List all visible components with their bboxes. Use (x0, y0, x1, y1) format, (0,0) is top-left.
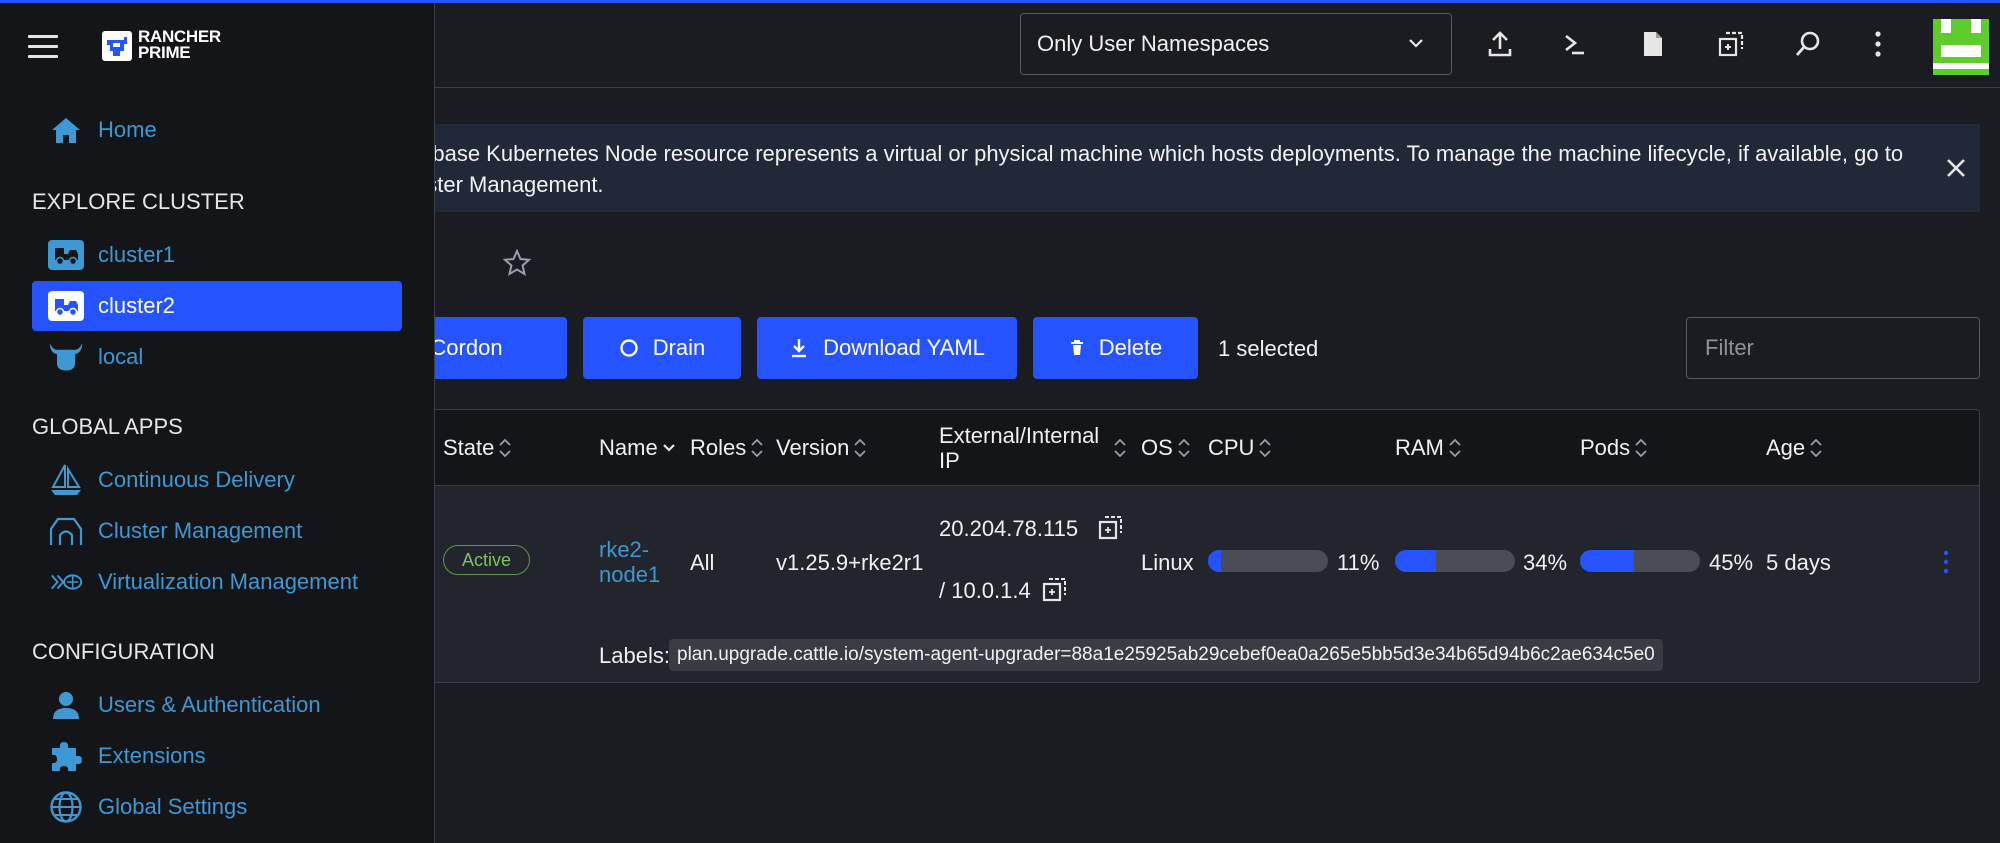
close-icon[interactable] (1942, 154, 1970, 182)
internal-ip-value: / 10.0.1.4 (939, 578, 1031, 603)
sidebar-item-continuous-delivery[interactable]: Continuous Delivery (32, 455, 402, 505)
sidebar-item-cluster1[interactable]: cluster1 (32, 230, 402, 280)
column-header-name[interactable]: Name (599, 410, 676, 486)
sort-desc-icon (662, 444, 675, 452)
cpu-value: 11% (1337, 550, 1380, 575)
external-ip-value: 20.204.78.115 (939, 516, 1079, 541)
section-heading-global-apps: GLOBAL APPS (32, 414, 183, 439)
column-header-roles[interactable]: Roles (690, 410, 764, 486)
cluster-icon (48, 240, 84, 270)
column-header-os[interactable]: OS (1141, 410, 1191, 486)
star-icon[interactable] (502, 248, 532, 278)
section-heading-explore: EXPLORE CLUSTER (32, 189, 245, 214)
sort-icon (854, 438, 867, 458)
copy-config-icon[interactable] (1716, 29, 1746, 59)
terminal-icon[interactable] (1560, 29, 1590, 59)
nodes-table: State Name Roles Version External/Intern… (342, 409, 1980, 683)
os-value: Linux (1141, 550, 1194, 575)
namespace-filter-select[interactable]: Only User Namespaces (1020, 13, 1452, 75)
drain-button[interactable]: Drain (583, 317, 741, 379)
file-icon[interactable] (1638, 29, 1668, 59)
cpu-usage-bar (1208, 550, 1328, 572)
ram-usage-fill (1395, 550, 1436, 572)
download-yaml-button[interactable]: Download YAML (757, 317, 1017, 379)
column-header-version[interactable]: Version (776, 410, 867, 486)
delete-button[interactable]: Delete (1033, 317, 1198, 379)
sort-icon (1114, 438, 1126, 458)
more-vert-icon[interactable] (1863, 29, 1893, 59)
sidebar-item-extensions[interactable]: Extensions (32, 731, 402, 781)
roles-value: All (690, 550, 715, 575)
harvester-icon (48, 565, 84, 599)
sort-icon (1449, 438, 1461, 458)
label-chip: plan.upgrade.cattle.io/system-agent-upgr… (669, 639, 1663, 671)
node-name-link[interactable]: rke2- node1 (599, 537, 660, 587)
rancher-logo-icon (102, 31, 132, 61)
pods-usage-bar (1580, 550, 1700, 572)
sort-icon (1635, 438, 1647, 458)
info-banner: e base Kubernetes Node resource represen… (342, 124, 1980, 212)
rancher-prime-logo: RANCHER PRIME (102, 27, 232, 65)
user-icon (48, 688, 84, 722)
sailboat-icon (48, 463, 84, 497)
pods-value: 45% (1709, 550, 1754, 575)
column-header-ram[interactable]: RAM (1395, 410, 1462, 486)
copy-icon[interactable] (1097, 514, 1125, 542)
puzzle-icon (48, 739, 84, 773)
section-heading-configuration: CONFIGURATION (32, 639, 215, 664)
chevron-down-icon (1409, 39, 1423, 48)
column-header-ip[interactable]: External/Internal IP (939, 410, 1131, 486)
download-yaml-label: Download YAML (823, 335, 985, 360)
longhorn-icon (48, 340, 84, 374)
sort-icon (499, 438, 512, 458)
column-header-age[interactable]: Age (1766, 410, 1823, 486)
status-badge: Active (443, 545, 530, 575)
copy-icon[interactable] (1041, 576, 1069, 604)
cordon-label: Cordon (430, 335, 503, 360)
row-actions-icon[interactable] (1941, 550, 1951, 574)
sidebar-item-cluster2[interactable]: cluster2 (32, 281, 402, 331)
sort-icon (751, 438, 763, 458)
sidebar-item-virtualization-management[interactable]: Virtualization Management (32, 557, 402, 607)
cpu-usage-fill (1208, 550, 1222, 572)
selection-count: 1 selected (1218, 336, 1319, 361)
cluster-icon (48, 291, 84, 321)
column-header-cpu[interactable]: CPU (1208, 410, 1272, 486)
search-icon[interactable] (1793, 29, 1823, 59)
version-value: v1.25.9+rke2r1 (776, 550, 924, 575)
labels-key: Labels: (599, 643, 670, 668)
download-icon (792, 339, 807, 358)
banner-text: e base Kubernetes Node resource represen… (414, 141, 1904, 197)
namespace-filter-value: Only User Namespaces (1037, 31, 1270, 56)
sidebar-item-users-authentication[interactable]: Users & Authentication (32, 680, 402, 730)
hamburger-menu-icon[interactable] (28, 35, 60, 59)
sidebar-item-cluster-management[interactable]: Cluster Management (32, 506, 402, 556)
ram-value: 34% (1523, 550, 1568, 575)
sort-icon (1810, 438, 1822, 458)
upload-icon[interactable] (1485, 29, 1515, 59)
user-avatar[interactable] (1933, 19, 1989, 75)
ram-usage-bar (1395, 550, 1515, 572)
sidebar-item-local[interactable]: local (32, 332, 402, 382)
trash-icon (1070, 340, 1083, 355)
sort-icon (1259, 438, 1272, 458)
home-icon (48, 113, 84, 147)
age-value: 5 days (1766, 550, 1831, 575)
globe-icon (48, 790, 84, 824)
drain-icon (620, 339, 638, 357)
table-header: State Name Roles Version External/Intern… (343, 410, 1979, 486)
sidebar-item-global-settings[interactable]: Global Settings (32, 782, 402, 832)
filter-input[interactable] (1686, 317, 1980, 379)
drain-label: Drain (652, 335, 706, 360)
sidebar-menu: RANCHER PRIME Home EXPLORE CLUSTER clust… (0, 3, 435, 843)
sidebar-item-home[interactable]: Home (32, 105, 402, 155)
sort-icon (1178, 438, 1190, 458)
pods-usage-fill (1580, 550, 1634, 572)
column-header-state[interactable]: State (443, 410, 512, 486)
delete-label: Delete (1098, 335, 1163, 360)
barn-icon (48, 514, 84, 548)
column-header-pods[interactable]: Pods (1580, 410, 1648, 486)
